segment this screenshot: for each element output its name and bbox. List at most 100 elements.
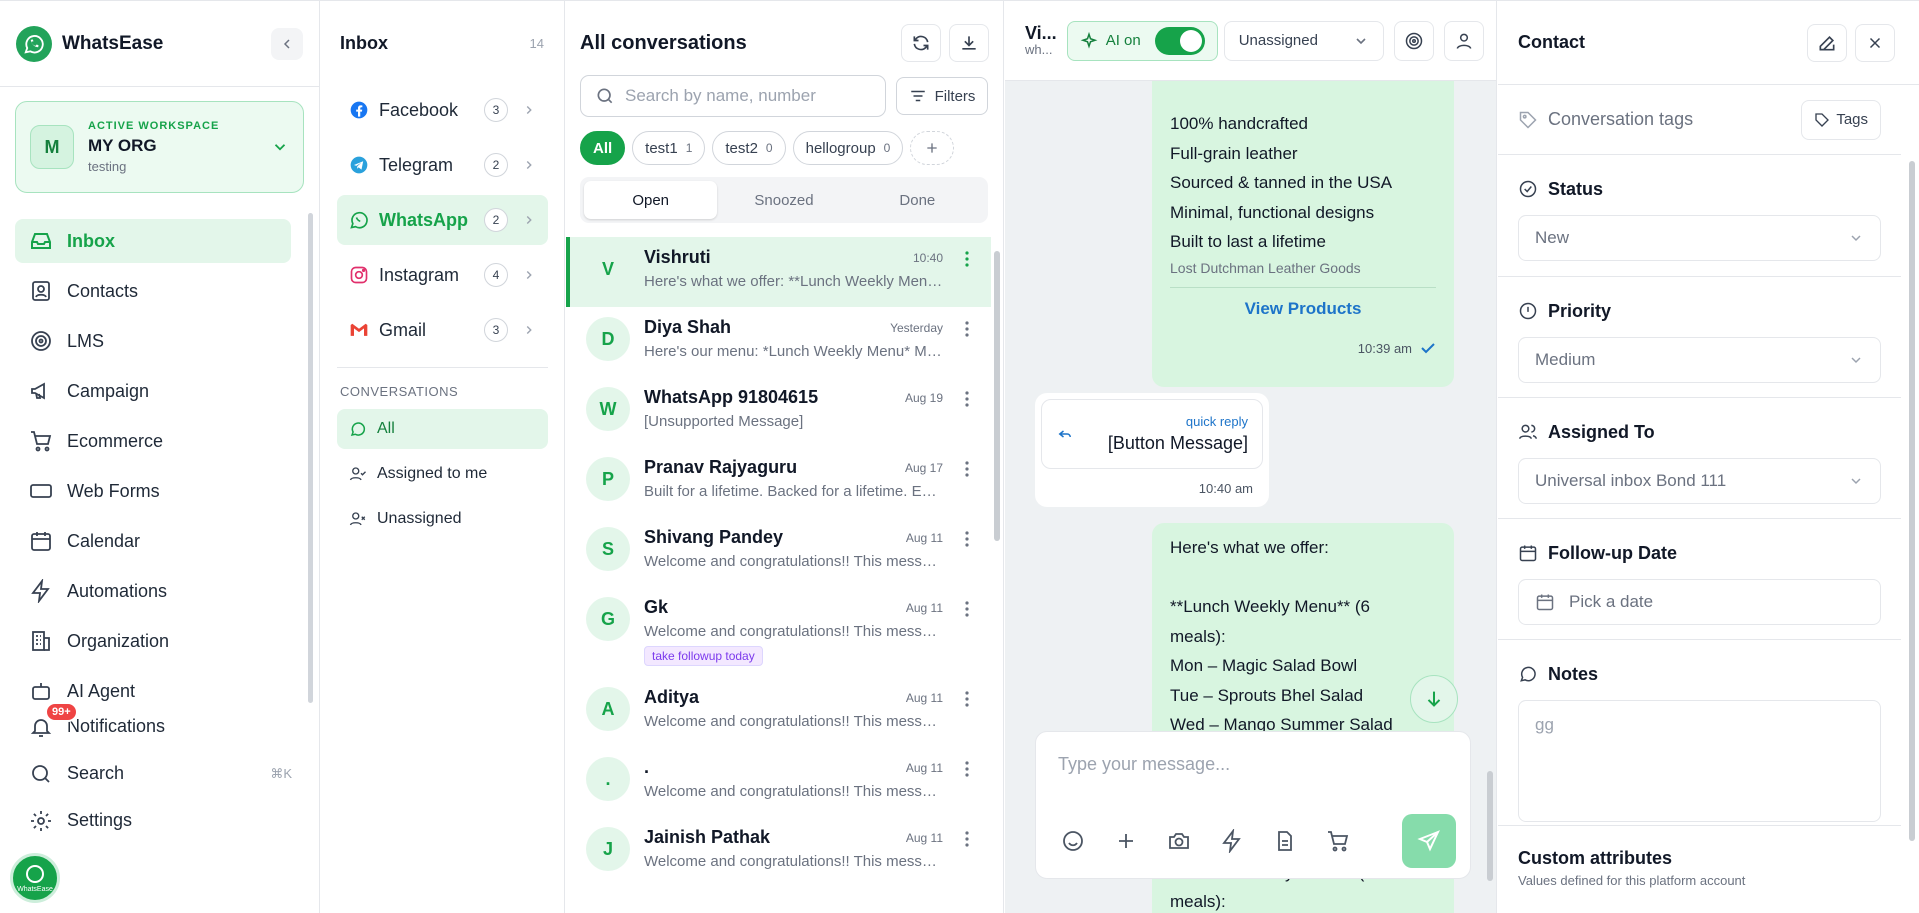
list-scrollbar[interactable] bbox=[994, 251, 1000, 541]
conversation-row[interactable]: G Gk Aug 11 Welcome and congratulations!!… bbox=[566, 587, 991, 677]
sidebar-scrollbar[interactable] bbox=[308, 213, 313, 703]
channel-whatsapp[interactable]: WhatsApp 2 bbox=[337, 195, 548, 245]
status-label: Status bbox=[1548, 178, 1604, 199]
conversation-row[interactable]: W WhatsApp 91804615 Aug 19 [Unsupported M… bbox=[566, 377, 991, 447]
ai-switch[interactable] bbox=[1154, 26, 1205, 55]
conversation-row[interactable]: S Shivang Pandey Aug 11 Welcome and congr… bbox=[566, 517, 991, 587]
notes-textarea[interactable]: gg bbox=[1518, 700, 1881, 822]
conversation-row[interactable]: V Vishruti 10:40 Here's what we offer: **… bbox=[566, 237, 991, 307]
catalog-button[interactable] bbox=[1323, 826, 1353, 856]
conversation-tag-chip: take followup today bbox=[644, 646, 763, 666]
inbox-header: Inbox 14 bbox=[321, 1, 564, 85]
download-button[interactable] bbox=[949, 24, 989, 62]
view-all[interactable]: All bbox=[337, 409, 548, 449]
nav-item-campaign[interactable]: Campaign bbox=[15, 369, 291, 413]
message-input[interactable]: Type your message... bbox=[1058, 754, 1230, 775]
tab-done[interactable]: Done bbox=[851, 181, 984, 219]
chat-scrollbar[interactable] bbox=[1487, 771, 1493, 881]
nav-item-inbox[interactable]: Inbox bbox=[15, 219, 291, 263]
ai-toggle[interactable]: AI on bbox=[1066, 20, 1218, 61]
row-menu-button[interactable] bbox=[957, 761, 977, 777]
nav-item-contacts[interactable]: Contacts bbox=[15, 269, 291, 313]
target-button[interactable] bbox=[1393, 20, 1434, 61]
tag-filter-test2[interactable]: test2 0 bbox=[712, 131, 786, 165]
assigned-select[interactable]: Universal inbox Bond 111 bbox=[1518, 458, 1881, 504]
facebook-icon bbox=[350, 101, 368, 119]
nav-item-calendar[interactable]: Calendar bbox=[15, 519, 291, 563]
conversation-row[interactable]: . . Aug 11 Welcome and congratulations!! … bbox=[566, 747, 991, 817]
send-button[interactable] bbox=[1402, 814, 1456, 868]
view-assigned-to-me[interactable]: Assigned to me bbox=[337, 454, 548, 494]
workspace-switcher[interactable]: M ACTIVE WORKSPACE MY ORG testing bbox=[15, 101, 304, 193]
target-icon bbox=[31, 331, 51, 351]
tab-open[interactable]: Open bbox=[584, 181, 718, 219]
filters-button[interactable]: Filters bbox=[896, 77, 988, 115]
row-menu-button[interactable] bbox=[957, 251, 977, 267]
conversation-row[interactable]: A Aditya Aug 11 Welcome and congratulatio… bbox=[566, 677, 991, 747]
row-menu-button[interactable] bbox=[957, 321, 977, 337]
row-menu-button[interactable] bbox=[957, 531, 977, 547]
priority-select[interactable]: Medium bbox=[1518, 337, 1881, 383]
contact-scrollbar[interactable] bbox=[1909, 161, 1915, 841]
template-button[interactable] bbox=[1270, 826, 1300, 856]
chat-channel: wh... bbox=[1025, 42, 1053, 57]
contact-profile-button[interactable] bbox=[1443, 20, 1484, 61]
nav-item-organization[interactable]: Organization bbox=[15, 619, 291, 663]
row-menu-button[interactable] bbox=[957, 601, 977, 617]
close-panel-button[interactable] bbox=[1855, 23, 1895, 62]
row-menu-button[interactable] bbox=[957, 461, 977, 477]
user-avatar[interactable]: WhatsEase bbox=[10, 853, 60, 903]
view-products-button[interactable]: View Products bbox=[1170, 298, 1436, 320]
contact-name: Aditya bbox=[644, 687, 700, 707]
nav-item-ecommerce[interactable]: Ecommerce bbox=[15, 419, 291, 463]
refresh-button[interactable] bbox=[901, 24, 941, 62]
scroll-to-bottom-button[interactable] bbox=[1410, 675, 1458, 723]
channel-telegram[interactable]: Telegram 2 bbox=[337, 140, 548, 190]
row-menu-button[interactable] bbox=[957, 831, 977, 847]
assignee-select[interactable]: Unassigned bbox=[1223, 20, 1384, 61]
message-line: Here's what we offer: bbox=[1170, 538, 1329, 557]
conversation-list-panel: All conversations Search by name, number… bbox=[566, 1, 1004, 913]
channel-instagram[interactable]: Instagram 4 bbox=[337, 250, 548, 300]
status-select[interactable]: New bbox=[1518, 215, 1881, 261]
notifications-link[interactable]: 99+ Notifications bbox=[0, 702, 319, 750]
send-icon bbox=[1417, 830, 1440, 852]
row-menu-button[interactable] bbox=[957, 691, 977, 707]
conversation-row[interactable]: P Pranav Rajyaguru Aug 17 Built for a lif… bbox=[566, 447, 991, 517]
nav-item-web-forms[interactable]: Web Forms bbox=[15, 469, 291, 513]
camera-button[interactable] bbox=[1164, 826, 1194, 856]
edit-contact-button[interactable] bbox=[1807, 23, 1847, 62]
channel-gmail[interactable]: Gmail 3 bbox=[337, 305, 548, 355]
whatsapp-icon bbox=[350, 211, 368, 229]
notification-badge: 99+ bbox=[45, 702, 78, 722]
followup-date-picker[interactable]: Pick a date bbox=[1518, 579, 1881, 625]
message-composer[interactable]: Type your message... bbox=[1035, 731, 1471, 879]
contact-header: Contact bbox=[1498, 1, 1919, 85]
attach-button[interactable] bbox=[1111, 826, 1141, 856]
notes-label: Notes bbox=[1548, 663, 1599, 684]
tab-snoozed[interactable]: Snoozed bbox=[717, 181, 850, 219]
settings-link[interactable]: Settings bbox=[0, 797, 319, 844]
conversation-row[interactable]: J Jainish Pathak Aug 11 Welcome and congr… bbox=[566, 817, 991, 887]
contact-name: Gk bbox=[644, 597, 669, 617]
tag-filter-test1[interactable]: test1 1 bbox=[632, 131, 706, 165]
kebab-icon bbox=[965, 461, 969, 477]
nav-item-automations[interactable]: Automations bbox=[15, 569, 291, 613]
conversation-row[interactable]: D Diya Shah Yesterday Here's our menu: *L… bbox=[566, 307, 991, 377]
tags-button[interactable]: Tags bbox=[1801, 99, 1881, 140]
quick-actions-button[interactable] bbox=[1217, 826, 1247, 856]
main-sidebar: WhatsEase M ACTIVE WORKSPACE MY ORG test… bbox=[0, 1, 320, 913]
view-unassigned[interactable]: Unassigned bbox=[337, 499, 548, 539]
tag-icon bbox=[1815, 112, 1830, 127]
channel-facebook[interactable]: Facebook 3 bbox=[337, 85, 548, 135]
row-menu-button[interactable] bbox=[957, 391, 977, 407]
nav-item-lms[interactable]: LMS bbox=[15, 319, 291, 363]
search-link[interactable]: Search ⌘K bbox=[0, 750, 319, 797]
emoji-button[interactable] bbox=[1058, 826, 1088, 856]
collapse-sidebar-button[interactable] bbox=[271, 27, 303, 60]
search-shortcut: ⌘K bbox=[270, 765, 292, 781]
add-tag-filter-button[interactable] bbox=[910, 131, 955, 165]
tag-filter-hellogroup[interactable]: hellogroup 0 bbox=[792, 131, 904, 165]
search-input[interactable]: Search by name, number bbox=[580, 75, 886, 117]
tag-filter-all[interactable]: All bbox=[580, 131, 626, 165]
